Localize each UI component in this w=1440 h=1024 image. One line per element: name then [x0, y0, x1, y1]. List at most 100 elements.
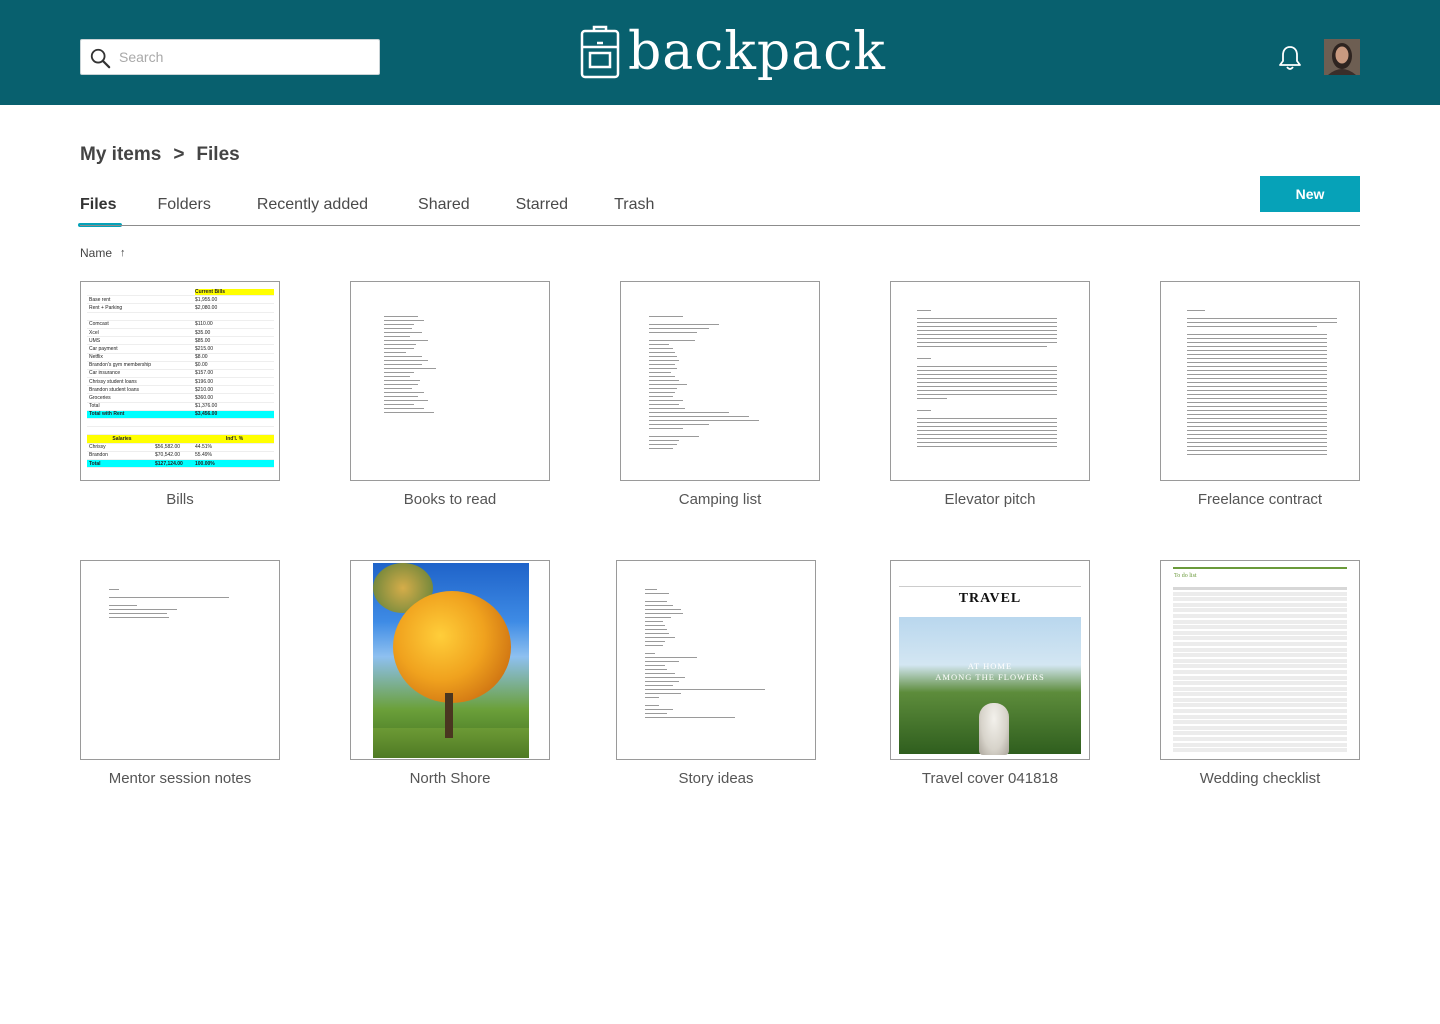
preview-cell: $2,080.00	[195, 304, 218, 311]
preview-cell: Comcast	[89, 321, 109, 328]
top-bar: backpack	[0, 0, 1440, 105]
preview-row: Groceries $360.00	[87, 394, 274, 403]
file-name: Mentor session notes	[108, 770, 252, 787]
file-tile-camping-list[interactable]: Camping list	[620, 281, 820, 508]
file-name: Camping list	[678, 491, 762, 508]
preview-cell: $157.00	[195, 370, 214, 377]
preview-cell: Base rent	[89, 296, 111, 303]
document-preview	[1187, 310, 1337, 458]
search-icon	[90, 48, 111, 69]
preview-cell: $127,124.00	[155, 460, 183, 467]
preview-cell: Chrissy student loans	[89, 378, 137, 385]
preview-cell: 44.51%	[195, 444, 212, 451]
preview-row: UMS $85.00	[87, 337, 274, 346]
tab-divider	[80, 225, 1360, 226]
file-thumbnail	[1160, 281, 1360, 481]
tab-files[interactable]: Files	[77, 196, 124, 227]
tab-recently-added[interactable]: Recently added	[257, 196, 368, 224]
tab-shared[interactable]: Shared	[418, 196, 470, 224]
preview-cell: Car insurance	[89, 370, 121, 377]
file-tile-travel-cover-041818[interactable]: TRAVEL AT HOME AMONG THE FLOWERS Travel …	[890, 560, 1090, 787]
file-tile-wedding-checklist[interactable]: To do list Wedding checklist	[1160, 560, 1360, 787]
preview-cell: Chrissy	[89, 444, 106, 451]
preview-cell: UMS	[89, 337, 101, 344]
file-thumbnail	[890, 281, 1090, 481]
file-thumbnail	[80, 560, 280, 760]
file-thumbnail	[350, 281, 550, 481]
preview-cell: $210.00	[195, 386, 214, 393]
file-name: Elevator pitch	[944, 491, 1036, 508]
file-thumbnail: To do list	[1160, 560, 1360, 760]
brand-logo[interactable]: backpack	[580, 20, 886, 84]
magazine-cover-photo: AT HOME AMONG THE FLOWERS	[899, 617, 1081, 755]
file-thumbnail	[616, 560, 816, 760]
file-tile-mentor-session-notes[interactable]: Mentor session notes	[80, 560, 280, 787]
preview-cell: Brandon student loans	[89, 386, 140, 393]
file-tile-bills[interactable]: Current Bills Base rent $1,955.00 Rent + P…	[80, 281, 280, 508]
preview-row: Car payment $215.00	[87, 345, 274, 354]
file-tile-north-shore[interactable]: North Shore	[350, 560, 550, 787]
magazine-header-strip	[899, 571, 1081, 587]
sort-ascending-icon: ↑	[120, 247, 126, 259]
document-preview	[917, 310, 1057, 450]
preview-row	[87, 313, 274, 321]
file-tile-freelance-contract[interactable]: Freelance contract	[1160, 281, 1360, 508]
preview-cell: Total	[89, 460, 101, 467]
file-name: North Shore	[409, 770, 491, 787]
preview-cell: Car payment	[89, 345, 118, 352]
preview-row: Brandon's gym membership $0.00	[87, 362, 274, 370]
breadcrumb-my-items[interactable]: My items	[80, 144, 161, 166]
preview-cell: $360.00	[195, 395, 214, 402]
file-name: Freelance contract	[1197, 491, 1323, 508]
file-name: Story ideas	[678, 770, 754, 787]
new-button[interactable]: New	[1260, 176, 1360, 212]
avatar[interactable]	[1324, 39, 1360, 75]
tab-folders[interactable]: Folders	[157, 196, 210, 224]
breadcrumb-current: Files	[196, 144, 240, 165]
preview-cell: $56,582.00	[155, 444, 181, 451]
file-thumbnail: TRAVEL AT HOME AMONG THE FLOWERS	[890, 560, 1090, 760]
file-name: Books to read	[403, 491, 497, 508]
file-name: Bills	[166, 491, 194, 508]
search-input[interactable]	[119, 46, 369, 68]
preview-row: Car insurance $157.00	[87, 370, 274, 379]
preview-cell: Rent + Parking	[89, 304, 123, 311]
preview-cell: $0.00	[195, 362, 208, 369]
tab-trash[interactable]: Trash	[614, 196, 654, 224]
preview-row: Comcast $110.00	[87, 321, 274, 329]
magazine-headline: AT HOME AMONG THE FLOWERS	[899, 661, 1081, 683]
notification-bell-icon[interactable]	[1277, 44, 1303, 72]
file-thumbnail	[620, 281, 820, 481]
preview-cell: Xcel	[89, 329, 99, 336]
file-tile-story-ideas[interactable]: Story ideas	[616, 560, 816, 787]
preview-row: Rent + Parking $2,080.00	[87, 304, 274, 313]
breadcrumb-separator: >	[173, 144, 185, 165]
preview-cell: Total with Rent	[89, 411, 125, 418]
preview-cell: $196.00	[195, 378, 214, 385]
preview-row: Brandon student loans $210.00	[87, 386, 274, 395]
file-thumbnail: Current Bills Base rent $1,955.00 Rent + P…	[80, 281, 280, 481]
file-tile-books-to-read[interactable]: Books to read	[350, 281, 550, 508]
breadcrumb: My items > Files	[80, 144, 240, 166]
tab-starred[interactable]: Starred	[516, 196, 568, 224]
document-preview	[109, 589, 229, 621]
file-tile-elevator-pitch[interactable]: Elevator pitch	[890, 281, 1090, 508]
brand-name: backpack	[628, 22, 886, 82]
checklist-title: To do list	[1174, 573, 1197, 579]
preview-cell: $3,456.00	[195, 411, 218, 418]
preview-cell: Brandon's gym membership	[89, 362, 152, 369]
preview-cell: Groceries	[89, 395, 111, 402]
preview-cell: Current Bills	[195, 288, 274, 295]
preview-cell: Netflix	[89, 354, 103, 361]
preview-row: Base rent $1,955.00	[87, 296, 274, 305]
preview-cell: $215.00	[195, 345, 214, 352]
document-preview	[645, 589, 765, 721]
spreadsheet-preview: Current Bills Base rent $1,955.00 Rent + P…	[87, 288, 274, 469]
backpack-icon	[580, 25, 620, 79]
photo-preview	[373, 563, 529, 758]
preview-cell: Salaries	[112, 435, 132, 442]
preview-cell: Ind'l. %	[225, 435, 244, 442]
sort-by-name[interactable]: Name ↑	[80, 246, 126, 260]
search-box[interactable]	[80, 39, 380, 75]
preview-cell: 55.49%	[195, 452, 212, 459]
